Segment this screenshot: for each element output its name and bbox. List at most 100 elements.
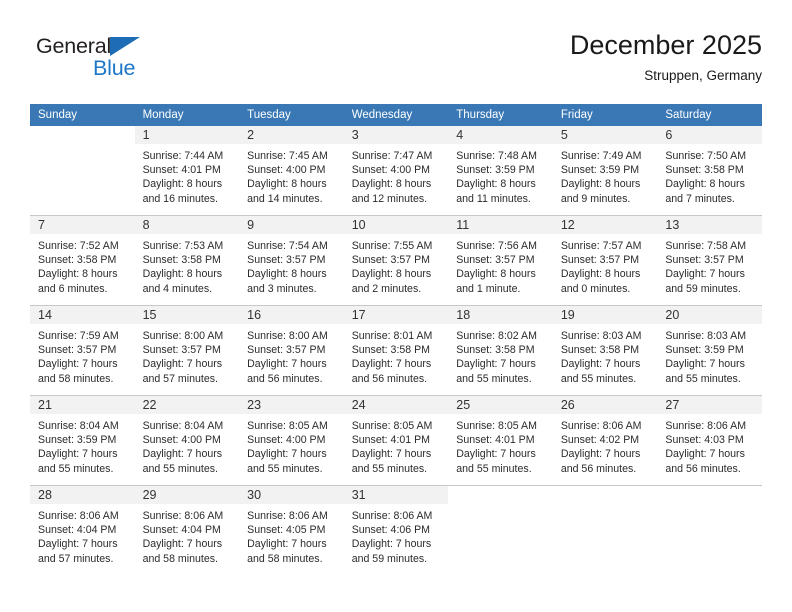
day-number: 18 [448, 306, 553, 324]
daylight-duration-line2: and 55 minutes. [665, 372, 741, 385]
sunset-time: Sunset: 4:00 PM [351, 164, 431, 177]
daylight-duration-line1: Daylight: 8 hours [38, 268, 118, 281]
day-number: 21 [30, 396, 135, 414]
calendar-day[interactable]: 7 Sunrise: 7:52 AM Sunset: 3:58 PM Daylight… [30, 216, 135, 305]
sunset-time: Sunset: 3:57 PM [456, 254, 535, 267]
day-number: 14 [30, 306, 135, 324]
calendar-day[interactable]: 16 Sunrise: 8:00 AM Sunset: 3:57 PM Dayligh… [239, 306, 344, 395]
logo-triangle-icon [110, 37, 140, 56]
sunset-time: Sunset: 3:59 PM [560, 164, 640, 177]
calendar-day[interactable]: 29 Sunrise: 8:06 AM Sunset: 4:04 PM Dayligh… [134, 486, 240, 575]
daylight-duration-line1: Daylight: 7 hours [142, 448, 223, 461]
calendar-day[interactable]: 12 Sunrise: 7:57 AM Sunset: 3:57 PM Dayligh… [552, 216, 658, 305]
calendar-day[interactable]: 10 Sunrise: 7:55 AM Sunset: 3:57 PM Dayligh… [343, 216, 449, 305]
calendar-day[interactable]: 9 Sunrise: 7:54 AM Sunset: 3:57 PM Daylight… [239, 216, 344, 305]
day-number: 4 [448, 126, 553, 144]
daylight-duration-line1: Daylight: 7 hours [38, 538, 118, 551]
day-number: 23 [239, 396, 344, 414]
calendar-cell [657, 485, 762, 575]
weekday-header-wednesday: Wednesday [343, 104, 449, 126]
calendar-day[interactable]: 17 Sunrise: 8:01 AM Sunset: 3:58 PM Dayligh… [343, 306, 449, 395]
daylight-duration-line2: and 4 minutes. [142, 282, 213, 295]
calendar-cell: 6 Sunrise: 7:50 AM Sunset: 3:58 PM Daylight… [657, 126, 762, 216]
calendar-day[interactable]: 19 Sunrise: 8:03 AM Sunset: 3:58 PM Dayligh… [552, 306, 658, 395]
daylight-duration-line2: and 7 minutes. [665, 192, 735, 205]
calendar-cell: 31 Sunrise: 8:06 AM Sunset: 4:06 PM Dayligh… [343, 485, 449, 575]
day-number: 31 [343, 486, 449, 504]
calendar-day[interactable]: 8 Sunrise: 7:53 AM Sunset: 3:58 PM Daylight… [134, 216, 240, 305]
calendar-day[interactable]: 4 Sunrise: 7:48 AM Sunset: 3:59 PM Daylight… [448, 126, 553, 215]
calendar-day[interactable]: 11 Sunrise: 7:56 AM Sunset: 3:57 PM Dayligh… [448, 216, 553, 305]
sunrise-time: Sunrise: 7:53 AM [142, 240, 224, 252]
daylight-duration-line1: Daylight: 8 hours [142, 268, 223, 281]
sunset-time: Sunset: 3:57 PM [665, 254, 744, 267]
calendar-day[interactable]: 5 Sunrise: 7:49 AM Sunset: 3:59 PM Daylight… [552, 126, 658, 215]
calendar-day[interactable]: 31 Sunrise: 8:06 AM Sunset: 4:06 PM Dayligh… [343, 486, 449, 575]
daylight-duration-line2: and 55 minutes. [351, 462, 428, 475]
calendar-day[interactable]: 2 Sunrise: 7:45 AM Sunset: 4:00 PM Daylight… [239, 126, 344, 215]
sunrise-time: Sunrise: 8:00 AM [247, 330, 328, 342]
calendar-cell: 5 Sunrise: 7:49 AM Sunset: 3:59 PM Daylight… [552, 126, 658, 216]
daylight-duration-line1: Daylight: 7 hours [560, 448, 641, 461]
calendar-cell: 25 Sunrise: 8:05 AM Sunset: 4:01 PM Dayligh… [448, 395, 553, 486]
calendar-day[interactable]: 26 Sunrise: 8:06 AM Sunset: 4:02 PM Dayligh… [552, 396, 658, 485]
calendar-day[interactable]: 15 Sunrise: 8:00 AM Sunset: 3:57 PM Dayligh… [134, 306, 240, 395]
sunset-time: Sunset: 4:00 PM [142, 434, 221, 447]
daylight-duration-line1: Daylight: 7 hours [665, 268, 745, 281]
sunset-time: Sunset: 4:01 PM [456, 434, 535, 447]
calendar-day[interactable]: 20 Sunrise: 8:03 AM Sunset: 3:59 PM Dayligh… [657, 306, 762, 395]
calendar-day[interactable]: 22 Sunrise: 8:04 AM Sunset: 4:00 PM Dayligh… [134, 396, 240, 485]
general-blue-logo[interactable]: General Blue [36, 34, 186, 86]
calendar-day[interactable]: 27 Sunrise: 8:06 AM Sunset: 4:03 PM Dayligh… [657, 396, 762, 485]
daylight-duration-line1: Daylight: 7 hours [351, 538, 432, 551]
daylight-duration-line1: Daylight: 8 hours [247, 178, 327, 191]
daylight-duration-line1: Daylight: 8 hours [456, 178, 536, 191]
calendar-day[interactable]: 3 Sunrise: 7:47 AM Sunset: 4:00 PM Daylight… [343, 126, 449, 215]
calendar-cell: 4 Sunrise: 7:48 AM Sunset: 3:59 PM Daylight… [448, 126, 553, 216]
day-details: Sunrise: 8:06 AM Sunset: 4:05 PM Daylight:… [239, 504, 344, 566]
calendar-day[interactable]: 23 Sunrise: 8:05 AM Sunset: 4:00 PM Dayligh… [239, 396, 344, 485]
calendar-day[interactable]: 13 Sunrise: 7:58 AM Sunset: 3:57 PM Dayligh… [657, 216, 762, 305]
day-details: Sunrise: 7:48 AM Sunset: 3:59 PM Daylight:… [448, 144, 553, 206]
day-details: Sunrise: 8:00 AM Sunset: 3:57 PM Daylight:… [135, 324, 240, 386]
calendar-cell: 3 Sunrise: 7:47 AM Sunset: 4:00 PM Daylight… [343, 126, 449, 216]
sunset-time: Sunset: 3:57 PM [247, 344, 326, 357]
day-details [553, 504, 658, 509]
sunrise-time: Sunrise: 7:45 AM [247, 150, 328, 162]
sunset-time: Sunset: 3:57 PM [247, 254, 326, 267]
calendar-day[interactable]: 6 Sunrise: 7:50 AM Sunset: 3:58 PM Daylight… [657, 126, 762, 215]
day-details: Sunrise: 7:59 AM Sunset: 3:57 PM Daylight:… [30, 324, 135, 386]
day-details: Sunrise: 7:53 AM Sunset: 3:58 PM Daylight:… [135, 234, 240, 296]
daylight-duration-line2: and 14 minutes. [247, 192, 323, 205]
calendar-day[interactable]: 25 Sunrise: 8:05 AM Sunset: 4:01 PM Dayligh… [448, 396, 553, 485]
day-number: 6 [657, 126, 762, 144]
sunset-time: Sunset: 4:04 PM [38, 524, 117, 537]
day-details: Sunrise: 8:06 AM Sunset: 4:04 PM Daylight:… [135, 504, 240, 566]
calendar-cell: 1 Sunrise: 7:44 AM Sunset: 4:01 PM Daylight… [134, 126, 240, 216]
sunrise-time: Sunrise: 7:57 AM [560, 240, 642, 252]
calendar-day[interactable]: 21 Sunrise: 8:04 AM Sunset: 3:59 PM Dayligh… [30, 396, 135, 485]
calendar-day[interactable]: 14 Sunrise: 7:59 AM Sunset: 3:57 PM Dayligh… [30, 306, 135, 395]
calendar-day[interactable]: 24 Sunrise: 8:05 AM Sunset: 4:01 PM Dayligh… [343, 396, 449, 485]
day-number: 8 [134, 216, 240, 234]
calendar-day[interactable]: 18 Sunrise: 8:02 AM Sunset: 3:58 PM Dayligh… [448, 306, 553, 395]
sunrise-time: Sunrise: 7:58 AM [665, 240, 747, 252]
sunset-time: Sunset: 3:59 PM [665, 344, 744, 357]
day-number: 26 [552, 396, 658, 414]
daylight-duration-line1: Daylight: 8 hours [456, 268, 536, 281]
sunrise-time: Sunrise: 7:52 AM [38, 240, 119, 252]
calendar-day[interactable]: 28 Sunrise: 8:06 AM Sunset: 4:04 PM Dayligh… [30, 486, 135, 575]
sunset-time: Sunset: 3:57 PM [142, 344, 221, 357]
day-number [30, 126, 135, 144]
sunrise-time: Sunrise: 8:05 AM [247, 420, 328, 432]
day-details: Sunrise: 8:06 AM Sunset: 4:06 PM Daylight:… [344, 504, 449, 566]
calendar-header-row: Sunday Monday Tuesday Wednesday Thursday… [30, 104, 762, 126]
calendar-day[interactable]: 1 Sunrise: 7:44 AM Sunset: 4:01 PM Daylight… [134, 126, 240, 215]
calendar-cell: 17 Sunrise: 8:01 AM Sunset: 3:58 PM Dayligh… [343, 305, 449, 396]
day-details [30, 144, 135, 149]
calendar-cell: 16 Sunrise: 8:00 AM Sunset: 3:57 PM Dayligh… [239, 305, 344, 396]
day-details: Sunrise: 8:03 AM Sunset: 3:58 PM Daylight:… [553, 324, 658, 386]
calendar-day[interactable]: 30 Sunrise: 8:06 AM Sunset: 4:05 PM Dayligh… [239, 486, 344, 575]
day-number: 27 [657, 396, 762, 414]
daylight-duration-line1: Daylight: 7 hours [560, 358, 641, 371]
